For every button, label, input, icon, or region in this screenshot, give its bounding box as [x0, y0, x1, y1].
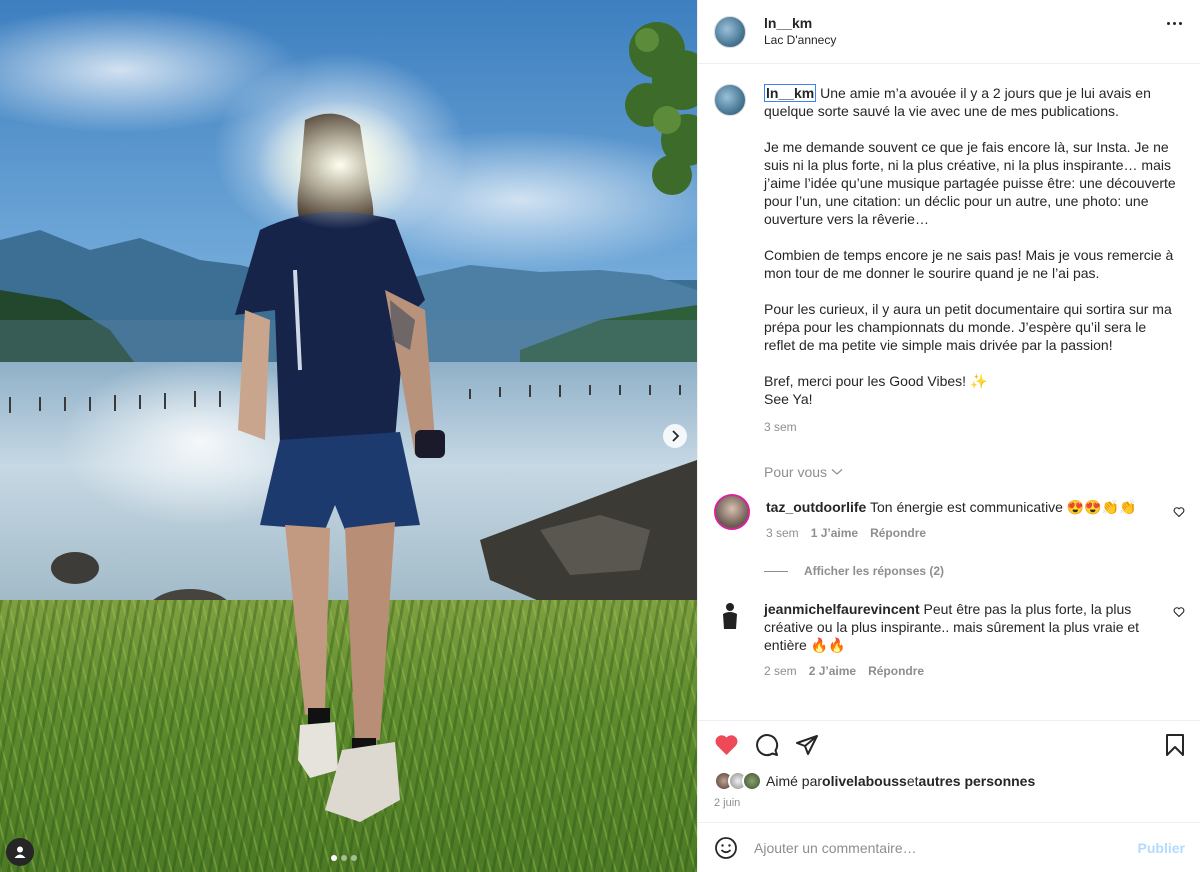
- comment-like-heart-icon[interactable]: [1173, 506, 1185, 518]
- post-date[interactable]: 2 juin: [714, 797, 1185, 809]
- chevron-down-icon: [831, 469, 843, 475]
- comment-time[interactable]: 3 sem: [766, 524, 799, 542]
- comment-like-count[interactable]: 2 J’aime: [809, 662, 856, 680]
- carousel-indicator: [331, 855, 357, 861]
- post-header: ln__km Lac D'annecy: [698, 0, 1200, 64]
- publish-button[interactable]: Publier: [1138, 840, 1185, 856]
- tagged-users-button[interactable]: [6, 838, 34, 866]
- carousel-dot: [331, 855, 337, 861]
- replies-divider: [764, 570, 788, 572]
- more-options-button[interactable]: [1167, 22, 1182, 25]
- emoji-icon[interactable]: [714, 836, 738, 860]
- commenter-avatar[interactable]: [714, 494, 750, 530]
- commenter-silhouette-icon: [723, 603, 737, 629]
- likes-prefix: Aimé par: [766, 773, 823, 789]
- comment-item: taz_outdoorlife Ton énergie est communic…: [698, 494, 1200, 542]
- for-you-label: Pour vous: [764, 464, 828, 480]
- comment-input[interactable]: [754, 839, 1138, 856]
- action-bar: [714, 733, 1185, 757]
- author-username[interactable]: ln__km: [764, 15, 836, 32]
- comment-reply-button[interactable]: Répondre: [870, 524, 926, 542]
- likes-suffix: et: [906, 773, 919, 789]
- post-modal: ln__km Lac D'annecy ln__km Une amie m’a …: [0, 0, 1200, 872]
- heart-icon: [715, 735, 738, 755]
- comment-like-count[interactable]: 1 J’aime: [811, 524, 858, 542]
- photo-tree: [625, 22, 697, 195]
- caption-author-avatar[interactable]: [714, 84, 746, 116]
- liker-avatar: [742, 771, 762, 791]
- comment-like-heart-icon[interactable]: [1173, 606, 1185, 618]
- share-button[interactable]: [795, 733, 819, 757]
- commenter-avatar[interactable]: [714, 600, 746, 632]
- liker-avatars[interactable]: [714, 771, 762, 791]
- caption-text: Une amie m’a avouée il y a 2 jours que j…: [764, 85, 1176, 407]
- likes-user-link[interactable]: olivelabouss: [822, 773, 907, 789]
- next-arrow-icon: [672, 430, 680, 442]
- caption-username[interactable]: ln__km: [764, 84, 817, 102]
- add-comment-bar: Publier: [698, 822, 1200, 872]
- user-tag-icon: [14, 846, 26, 858]
- photo-sun-glare: [255, 100, 425, 230]
- post-photo[interactable]: [0, 0, 697, 872]
- save-button[interactable]: [1165, 734, 1185, 756]
- comment-username[interactable]: jeanmichelfaurevincent: [764, 601, 920, 617]
- comment-button[interactable]: [755, 733, 779, 757]
- likes-others-link[interactable]: autres personnes: [919, 773, 1036, 789]
- carousel-dot: [351, 855, 357, 861]
- carousel-next-button[interactable]: [663, 424, 687, 448]
- post-location[interactable]: Lac D'annecy: [764, 32, 836, 49]
- likes-summary: Aimé par olivelabouss et autres personne…: [714, 771, 1185, 791]
- post-caption: ln__km Une amie m’a avouée il y a 2 jour…: [698, 65, 1200, 436]
- more-icon: [1167, 22, 1170, 25]
- comment-text: Ton énergie est communicative 😍😍👏👏: [866, 499, 1137, 515]
- view-replies-label: Afficher les réponses (2): [804, 564, 945, 578]
- comments-scroll-area[interactable]: ln__km Une amie m’a avouée il y a 2 jour…: [698, 65, 1200, 720]
- save-icon: [1166, 734, 1184, 756]
- author-avatar[interactable]: [714, 15, 746, 48]
- carousel-dot: [341, 855, 347, 861]
- comment-icon: [756, 734, 779, 757]
- comment-username[interactable]: taz_outdoorlife: [766, 499, 866, 515]
- comment-reply-button[interactable]: Répondre: [868, 662, 924, 680]
- post-side-panel: ln__km Lac D'annecy ln__km Une amie m’a …: [697, 0, 1200, 872]
- like-button[interactable]: [714, 734, 739, 756]
- share-icon: [796, 735, 818, 755]
- for-you-sort-toggle[interactable]: Pour vous: [764, 464, 1200, 480]
- view-replies-button[interactable]: Afficher les réponses (2): [764, 564, 1200, 578]
- caption-time[interactable]: 3 sem: [764, 418, 797, 436]
- comment-time[interactable]: 2 sem: [764, 662, 797, 680]
- post-actions-section: Aimé par olivelabouss et autres personne…: [698, 720, 1200, 809]
- comment-item: jeanmichelfaurevincent Peut être pas la …: [698, 600, 1200, 680]
